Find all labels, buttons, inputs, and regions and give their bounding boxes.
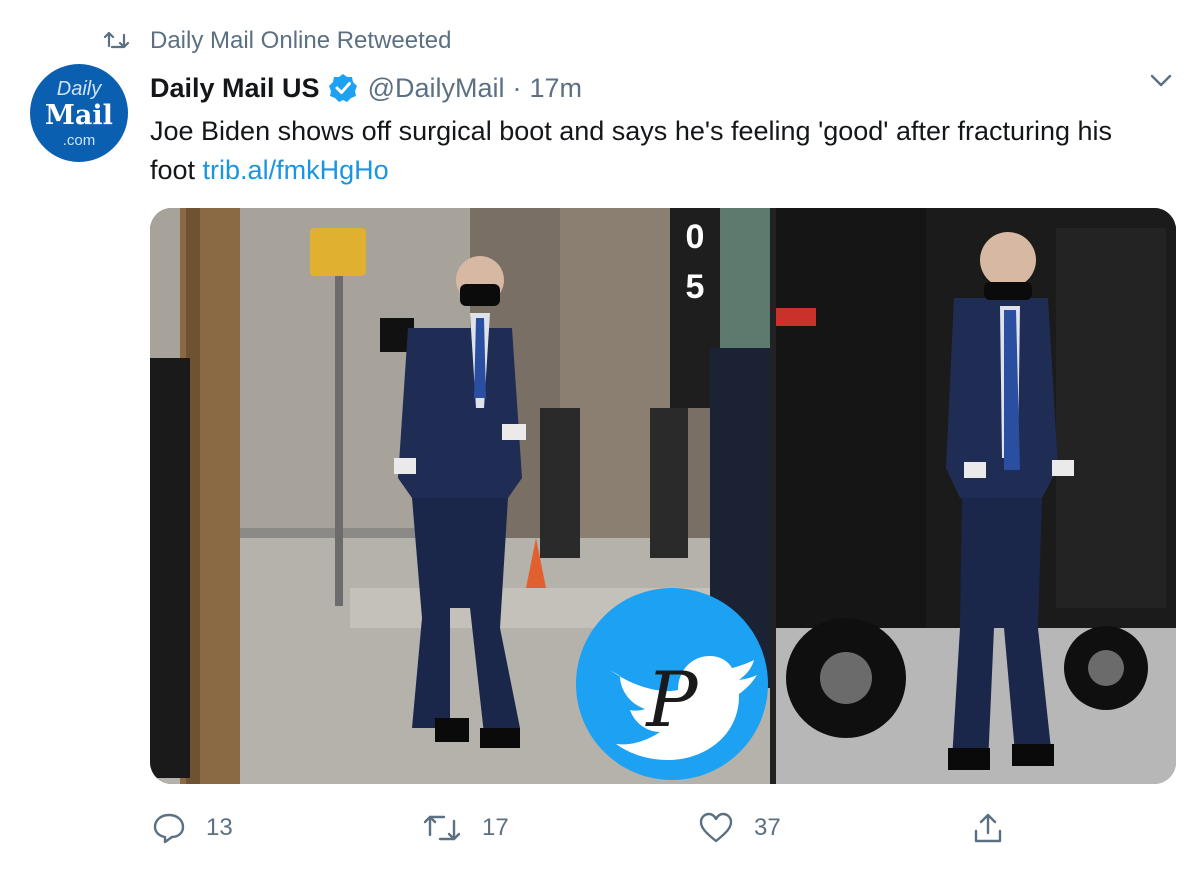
retweeted-by-label: Daily Mail Online Retweeted	[150, 27, 452, 54]
reply-button[interactable]: 13	[152, 806, 233, 850]
watermark-letter: P	[644, 655, 699, 744]
photo-left[interactable]: 0 5 P	[150, 208, 770, 784]
like-count: 37	[754, 814, 781, 841]
verified-badge-icon	[328, 74, 357, 102]
tweet-media[interactable]: 0 5 P	[150, 208, 1176, 784]
photo-right[interactable]	[776, 208, 1176, 784]
like-button[interactable]: 37	[698, 806, 781, 850]
chevron-down-icon[interactable]	[1148, 70, 1174, 90]
retweet-button[interactable]: 17	[422, 806, 509, 850]
share-icon	[974, 813, 1002, 843]
avatar-text-line2: Mail	[45, 100, 113, 131]
avatar-text-line1: Daily	[56, 78, 102, 100]
avatar-text-line3: .com	[62, 132, 96, 149]
avatar[interactable]: Daily Mail .com	[30, 64, 128, 162]
account-handle[interactable]: @DailyMail	[368, 73, 505, 104]
retweet-action-icon	[423, 815, 461, 841]
heart-icon	[699, 812, 733, 843]
share-button[interactable]	[972, 806, 1024, 850]
tweet-actions: 13 17 37	[0, 806, 1200, 850]
tweet-link[interactable]: trib.al/fmkHgHo	[203, 155, 389, 185]
tweet-header: Daily Mail US @DailyMail · 17m	[150, 68, 582, 108]
reply-count: 13	[206, 814, 233, 841]
car-scene-illustration	[776, 208, 1176, 784]
retweet-count: 17	[482, 814, 509, 841]
reply-icon	[153, 813, 185, 844]
account-name[interactable]: Daily Mail US	[150, 73, 320, 104]
twitter-bird-watermark-icon: P	[576, 588, 768, 780]
retweet-icon	[104, 31, 130, 49]
separator-dot: ·	[512, 72, 522, 103]
tweet-text: Joe Biden shows off surgical boot and sa…	[150, 112, 1150, 190]
building-sign-bottom: 5	[686, 268, 705, 306]
tweet-timestamp[interactable]: 17m	[530, 73, 583, 104]
building-sign-top: 0	[686, 218, 705, 256]
retweeted-by-line[interactable]: Daily Mail Online Retweeted	[104, 24, 451, 58]
